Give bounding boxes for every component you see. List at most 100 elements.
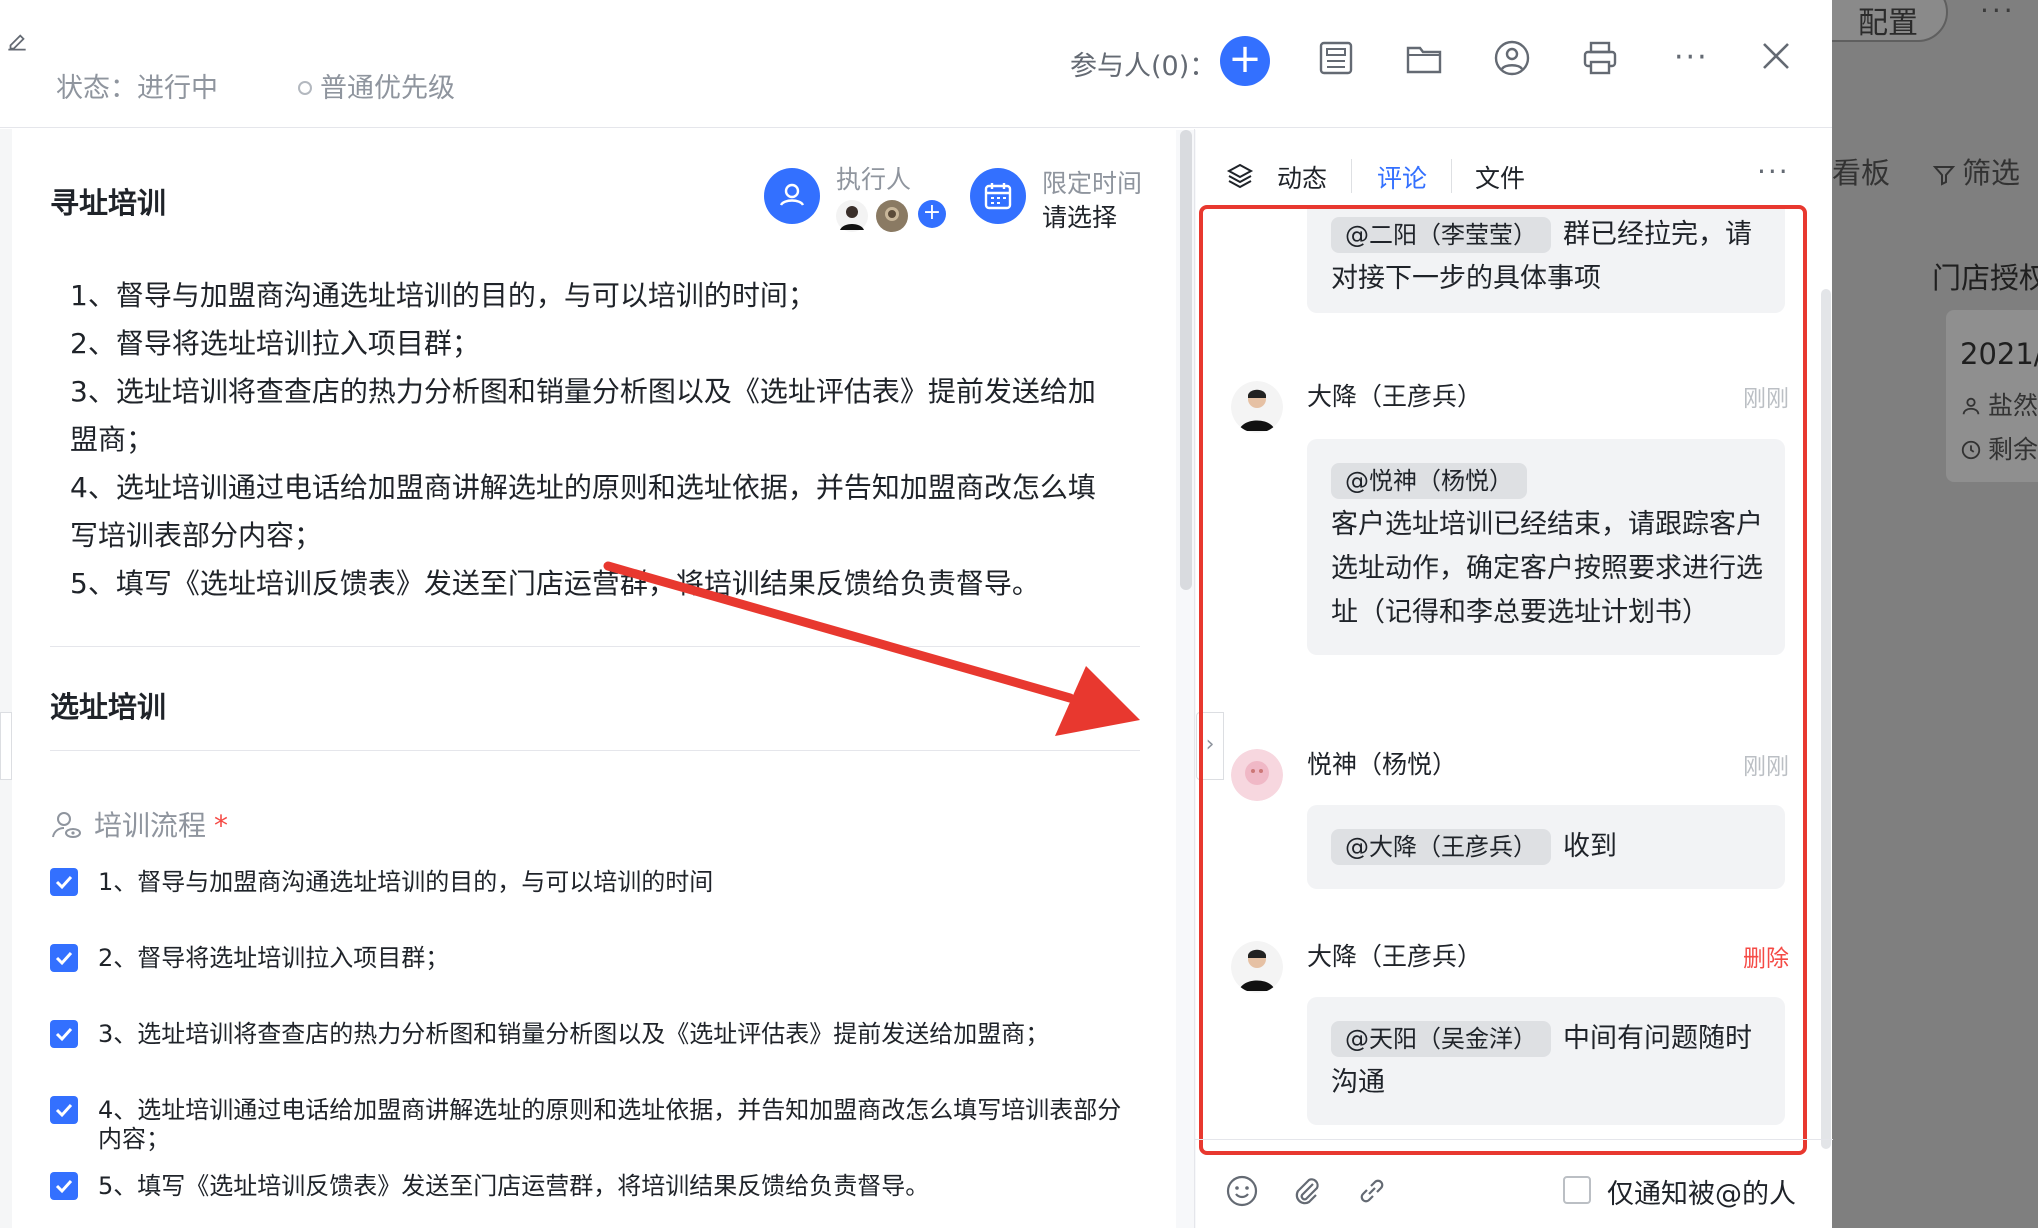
bg-card-date: 2021/0 <box>1960 337 2038 371</box>
more-options-icon[interactable]: ··· <box>1757 155 1790 188</box>
avatar[interactable] <box>1231 381 1283 433</box>
calendar-icon[interactable] <box>970 168 1026 224</box>
comment-bubble: @天阳（吴金洋） 中间有问题随时沟通 <box>1307 997 1785 1125</box>
add-participant-button[interactable]: + <box>1220 36 1270 86</box>
checklist-item[interactable]: 3、选址培训将查查店的热力分析图和销量分析图以及《选址评估表》提前发送给加盟商； <box>50 1020 1130 1049</box>
participants-label: 参与人(0)： <box>1070 51 1217 82</box>
bg-board-tab: 看板 <box>1832 156 1891 190</box>
bg-card-remaining: 剩余 <box>1960 430 2038 466</box>
tab-separator <box>1351 159 1352 193</box>
tab-files[interactable]: 文件 <box>1475 159 1525 195</box>
checkbox-checked[interactable] <box>50 1172 78 1200</box>
priority-label: 普通优先级 <box>320 73 455 104</box>
deadline-label: 限定时间 <box>1042 169 1143 198</box>
comment-text: 客户选址培训已经结束，请跟踪客户选址动作，确定客户按照要求进行选址（记得和李总要… <box>1331 509 1763 628</box>
user-circle-icon[interactable] <box>1492 38 1532 78</box>
tab-activity[interactable]: 动态 <box>1277 159 1327 195</box>
checkbox-checked[interactable] <box>50 1020 78 1048</box>
comment-bubble: @大降（王彦兵） 收到 <box>1307 805 1785 889</box>
assignee-avatar[interactable] <box>876 200 908 232</box>
notify-checkbox[interactable] <box>1563 1176 1591 1204</box>
annotation-arrow <box>603 561 1140 736</box>
description-line: 盟商； <box>70 423 155 456</box>
avatar[interactable] <box>1231 749 1283 801</box>
folder-icon[interactable] <box>1404 38 1444 78</box>
comment-text: 收到 <box>1563 831 1617 862</box>
avatar[interactable] <box>1231 941 1283 993</box>
comment-text: 中间有问题随时 <box>1563 1023 1752 1054</box>
comments-list: @二阳（李莹莹） 群已经拉完，请 对接下一步的具体事项 大降（王彦兵） 刚刚 @悦神… <box>1199 205 1807 1155</box>
comment-bubble: @悦神（杨悦） 客户选址培训已经结束，请跟踪客户选址动作，确定客户按照要求进行选址… <box>1307 439 1785 655</box>
status-label[interactable]: 状态：进行中 <box>56 66 218 105</box>
deadline-picker[interactable]: 请选择 <box>1042 198 1117 234</box>
description-line: 3、选址培训将查查店的热力分析图和销量分析图以及《选址评估表》提前发送给加 <box>70 375 1096 408</box>
checklist-item[interactable]: 5、填写《选址培训反馈表》发送至门店运营群，将培训结果反馈给负责督导。 <box>50 1172 1130 1201</box>
description-line: 4、选址培训通过电话给加盟商讲解选址的原则和选址依据，并告知加盟商改怎么填 <box>70 471 1096 504</box>
link-icon[interactable] <box>1355 1174 1389 1208</box>
checklist-item-text: 4、选址培训通过电话给加盟商讲解选址的原则和选址依据，并告知加盟商改怎么填写培训… <box>98 1096 1122 1153</box>
checklist-item[interactable]: 4、选址培训通过电话给加盟商讲解选址的原则和选址依据，并告知加盟商改怎么填写培训… <box>50 1096 1130 1154</box>
comments-scrollbar[interactable] <box>1821 289 1831 1149</box>
mention-tag[interactable]: @大降（王彦兵） <box>1331 829 1551 865</box>
checklist-item-text: 3、选址培训将查查店的热力分析图和销量分析图以及《选址评估表》提前发送给加盟商； <box>98 1020 1050 1048</box>
assignee-avatar[interactable] <box>836 200 868 232</box>
priority-selector[interactable]: 普通优先级 <box>298 66 455 105</box>
checkbox-checked[interactable] <box>50 944 78 972</box>
emoji-icon[interactable] <box>1225 1174 1259 1208</box>
left-edge-handle[interactable] <box>0 712 12 780</box>
attachment-icon[interactable] <box>1289 1174 1323 1208</box>
training-flow-label: 培训流程 * <box>50 804 228 844</box>
description-line: 1、督导与加盟商沟通选址培训的目的，与可以培训的时间； <box>70 279 816 312</box>
delete-comment-button[interactable]: 删除 <box>1743 939 1789 973</box>
checkbox-checked[interactable] <box>50 1096 78 1124</box>
close-icon[interactable] <box>1758 38 1794 74</box>
bg-card-remaining-text: 剩余 <box>1988 435 2038 464</box>
tab-comments[interactable]: 评论 <box>1377 159 1427 195</box>
bg-config-label: 配置 <box>1858 6 1918 41</box>
assignee-icon[interactable] <box>764 168 820 224</box>
checklist-item[interactable]: 1、督导与加盟商沟通选址培训的目的，与可以培训的时间 <box>50 868 1130 897</box>
notify-label: 仅通知被@的人 <box>1607 1179 1796 1210</box>
comment-text: 群已经拉完，请 <box>1563 219 1752 250</box>
left-scrollbar[interactable] <box>1180 130 1192 590</box>
user-view-icon <box>52 812 81 838</box>
more-options-icon[interactable]: ··· <box>1674 40 1709 75</box>
mention-tag[interactable]: @悦神（杨悦） <box>1331 463 1527 499</box>
task-header: 状态：进行中 普通优先级 参与人(0)： + ··· <box>0 0 1832 128</box>
mention-tag[interactable]: @天阳（吴金洋） <box>1331 1021 1551 1057</box>
checklist-item-text: 2、督导将选址培训拉入项目群； <box>98 944 450 972</box>
bg-filter-label: 筛选 <box>1962 156 2021 190</box>
priority-dot-icon <box>298 81 312 95</box>
tab-separator <box>1451 159 1452 193</box>
mention-tag[interactable]: @二阳（李莹莹） <box>1331 217 1551 253</box>
user-icon <box>1962 397 1980 415</box>
bg-config-chip: 配置 <box>1832 0 1948 42</box>
comment-text: 沟通 <box>1331 1067 1385 1098</box>
edit-icon[interactable] <box>4 28 30 54</box>
comment-text: 对接下一步的具体事项 <box>1331 263 1601 294</box>
bg-more-icon: ··· <box>1980 0 2016 27</box>
checklist-item-text: 5、填写《选址培训反馈表》发送至门店运营群，将培训结果反馈给负责督导。 <box>98 1172 930 1200</box>
add-assignee-button[interactable]: + <box>918 200 946 228</box>
document-icon[interactable] <box>1316 38 1356 78</box>
comment-time: 刚刚 <box>1743 386 1789 412</box>
bg-filter-button: 筛选 <box>1932 150 2020 192</box>
description-line: 写培训表部分内容； <box>70 519 323 552</box>
filter-icon <box>1932 166 1956 186</box>
comment-bubble: @二阳（李莹莹） 群已经拉完，请对接下一步的具体事项 <box>1307 209 1785 313</box>
description-line: 2、督导将选址培训拉入项目群； <box>70 327 480 360</box>
checklist-item[interactable]: 2、督导将选址培训拉入项目群； <box>50 944 1130 973</box>
divider <box>50 750 1140 751</box>
assignee-label: 执行人 <box>836 165 912 194</box>
checklist-item-text: 1、督导与加盟商沟通选址培训的目的，与可以培训的时间 <box>98 868 714 896</box>
task-drawer: 状态：进行中 普通优先级 参与人(0)： + ··· 寻址培训 执行人 + 限定… <box>0 0 1833 1228</box>
checkbox-checked[interactable] <box>50 868 78 896</box>
training-flow-text: 培训流程 <box>94 809 207 842</box>
task-description: 1、督导与加盟商沟通选址培训的目的，与可以培训的时间； 2、督导将选址培训拉入项… <box>70 272 1120 608</box>
task-title: 寻址培训 <box>50 186 167 220</box>
left-edge-strip <box>0 129 12 1228</box>
bg-card-user: 盐然 <box>1960 386 2038 422</box>
print-icon[interactable] <box>1580 38 1620 78</box>
bg-card-user-text: 盐然 <box>1988 391 2038 420</box>
panel-tabs: 动态 评论 文件 ··· <box>1195 129 1833 195</box>
